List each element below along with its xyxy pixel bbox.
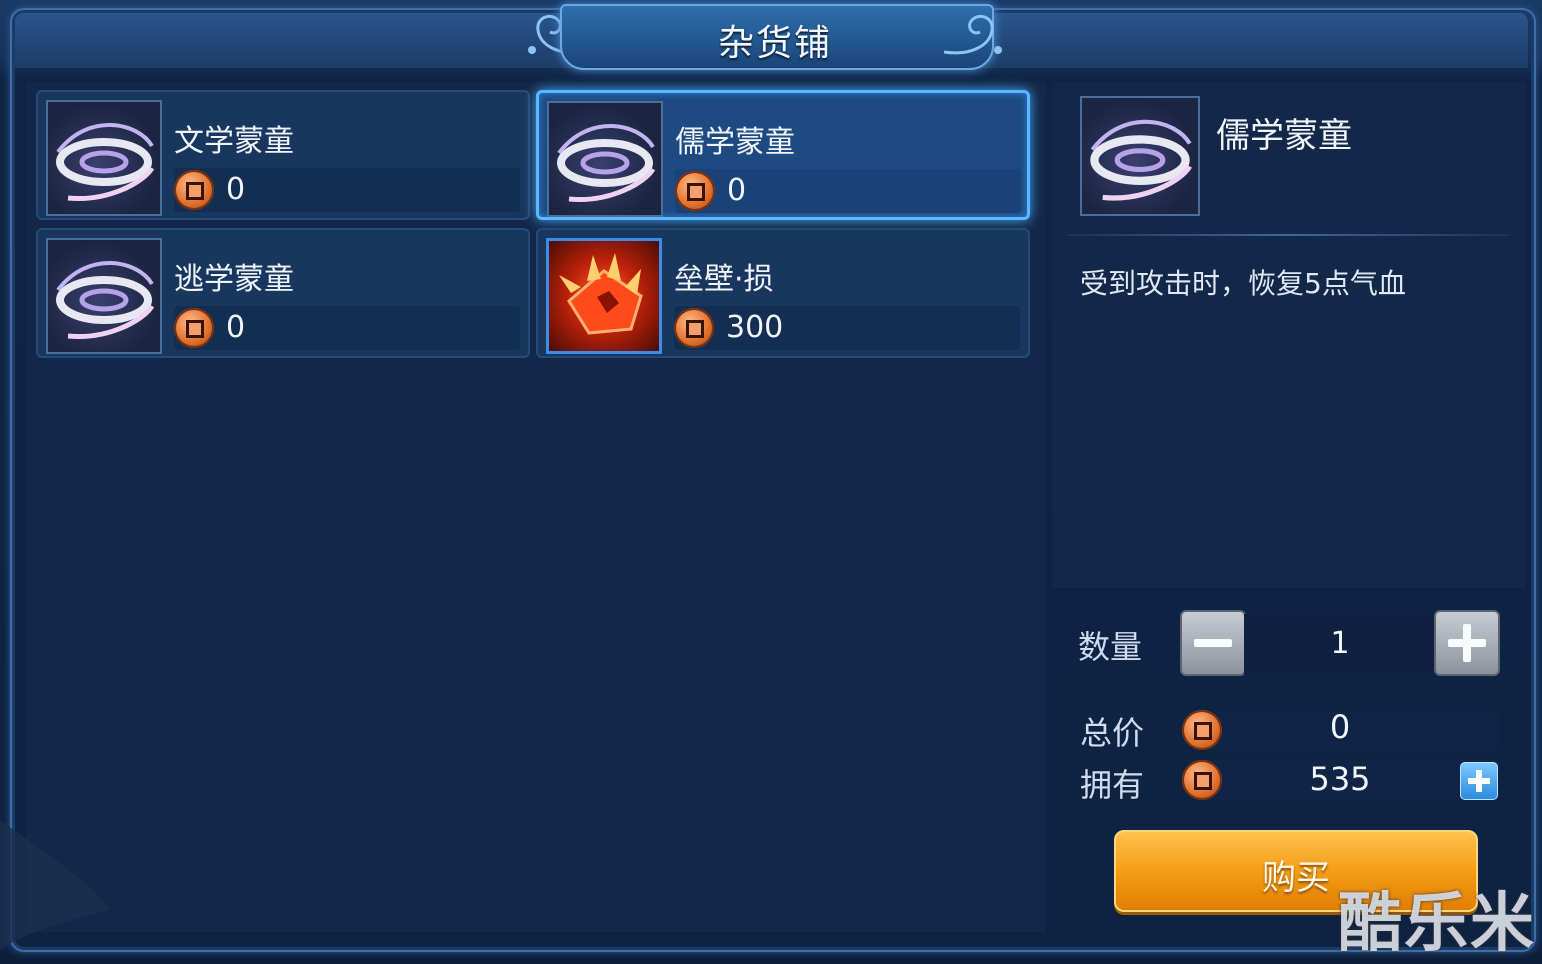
item-price: 0 <box>226 310 246 345</box>
add-currency-button[interactable] <box>1460 762 1498 800</box>
item-name: 文学蒙童 <box>174 124 294 159</box>
quantity-value: 1 <box>1330 626 1350 661</box>
minus-icon <box>1194 639 1232 647</box>
price-bar: 300 <box>674 306 1020 350</box>
coin-icon <box>674 308 714 348</box>
owned-value: 535 <box>1309 760 1371 798</box>
swirl-icon <box>46 100 162 216</box>
increase-button[interactable] <box>1434 610 1500 676</box>
quantity-label: 数量 <box>1078 628 1143 666</box>
total-value: 0 <box>1329 708 1351 746</box>
detail-item-name: 儒学蒙童 <box>1216 116 1352 156</box>
shop-item-selected[interactable]: 儒学蒙童 0 <box>536 90 1030 220</box>
coin-icon <box>1182 760 1222 800</box>
item-description: 受到攻击时，恢复5点气血 <box>1080 267 1406 300</box>
coin-icon <box>1182 710 1222 750</box>
coin-icon <box>174 308 214 348</box>
decrease-button[interactable] <box>1180 610 1246 676</box>
item-list: 文学蒙童 0 儒学蒙童 0 逃学蒙童 0 垒壁·损 300 <box>26 82 1046 932</box>
page-title: 杂货铺 <box>717 23 832 64</box>
shop-item[interactable]: 垒壁·损 300 <box>536 228 1030 358</box>
swirl-icon <box>547 101 663 217</box>
price-bar: 0 <box>174 306 520 350</box>
plus-icon-vertical <box>1463 624 1471 662</box>
swirl-icon <box>1080 96 1200 216</box>
owned-label: 拥有 <box>1080 766 1145 804</box>
price-bar: 0 <box>675 169 1021 213</box>
item-price: 0 <box>727 173 747 208</box>
price-bar: 0 <box>174 168 520 212</box>
red-crystal-icon <box>546 238 662 354</box>
shop-item[interactable]: 文学蒙童 0 <box>36 90 530 220</box>
total-label: 总价 <box>1080 714 1145 752</box>
coin-icon <box>675 171 715 211</box>
coin-icon <box>174 170 214 210</box>
item-name: 儒学蒙童 <box>675 125 795 160</box>
wing-ornament-icon <box>0 820 110 950</box>
item-price: 300 <box>726 310 784 345</box>
shop-item[interactable]: 逃学蒙童 0 <box>36 228 530 358</box>
divider <box>1066 234 1510 236</box>
watermark: 酷乐米 <box>1338 887 1536 961</box>
item-name: 逃学蒙童 <box>174 262 294 297</box>
swirl-icon <box>46 238 162 354</box>
item-name: 垒壁·损 <box>674 262 774 297</box>
item-price: 0 <box>226 172 246 207</box>
plus-icon-vertical <box>1476 770 1482 792</box>
